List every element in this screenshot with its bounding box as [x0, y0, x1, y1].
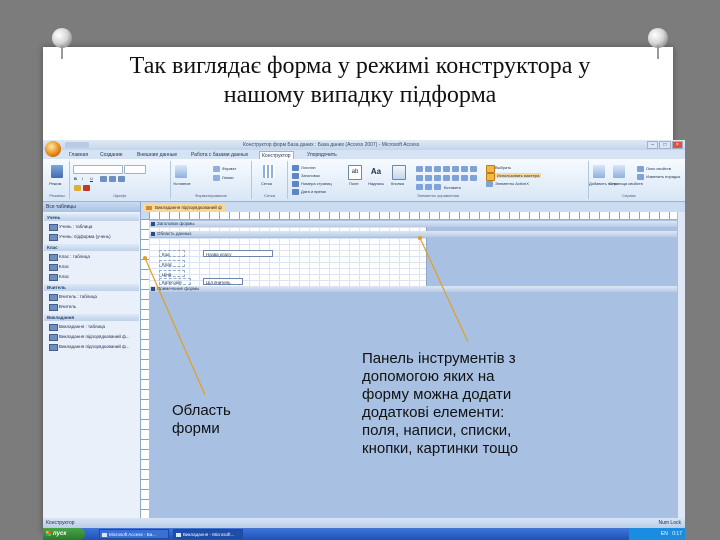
office-button-icon[interactable]: [45, 141, 61, 157]
leader-line-toolbar: [419, 237, 469, 343]
annotation-leader-lines: [143, 236, 469, 396]
caption-toolbar-panel: Панель інструментів з допомогою яких на …: [362, 350, 519, 457]
leader-line-form-area: [144, 257, 206, 396]
caption-form-area: Область форми: [172, 402, 231, 437]
leader-dot-form-area: [143, 256, 147, 260]
leader-dot-toolbar: [418, 236, 422, 240]
